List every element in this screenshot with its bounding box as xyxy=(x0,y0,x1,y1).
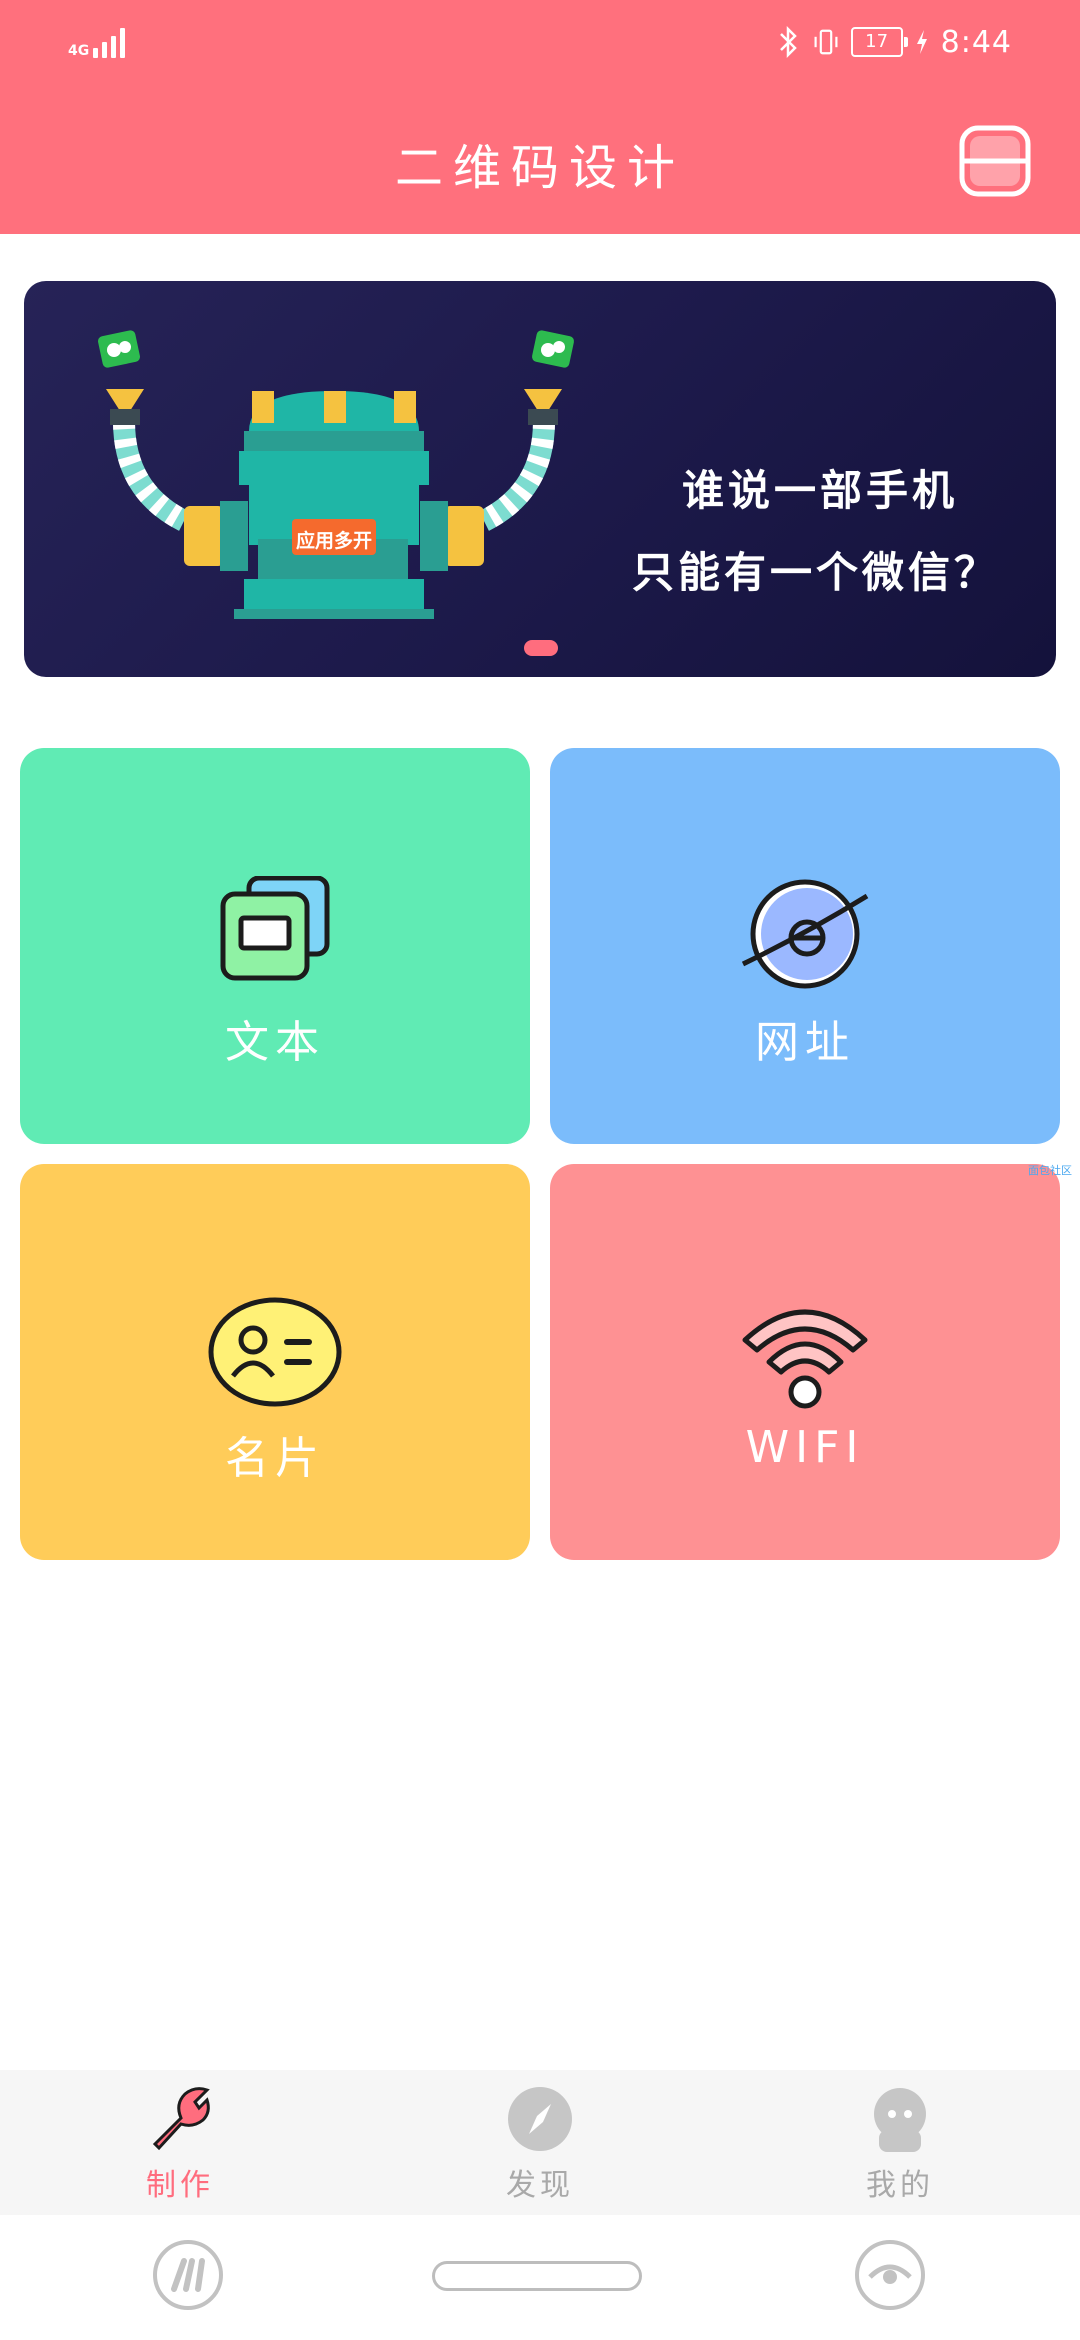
signal-icon xyxy=(93,28,126,58)
system-navigation-bar xyxy=(0,2215,1080,2340)
banner-page-indicator xyxy=(524,640,558,656)
robot-illustration xyxy=(98,330,574,619)
app-header: 4G 17 8:44 二维码设计 xyxy=(0,0,1080,234)
watermark: 面包社区 xyxy=(1028,1164,1072,1177)
card-tile-label: 名片 xyxy=(225,1433,325,1484)
tab-mine-label: 我的 xyxy=(866,2168,934,2203)
wifi-tile-label: WIFI xyxy=(745,1422,865,1473)
network-label: 4G xyxy=(68,43,90,59)
user-icon xyxy=(874,2088,926,2152)
page-title: 二维码设计 xyxy=(394,140,685,196)
banner-headline-1: 谁说一部手机 xyxy=(681,466,958,515)
card-tile[interactable]: 名片 xyxy=(20,1164,530,1560)
scan-icon[interactable] xyxy=(958,124,1032,198)
tab-discover[interactable]: 发现 xyxy=(460,2084,620,2204)
clock: 8:44 xyxy=(940,24,1012,60)
charging-icon xyxy=(916,30,927,54)
robot-label: 应用多开 xyxy=(295,530,372,552)
wifi-icon xyxy=(742,1309,868,1409)
eye-icon[interactable] xyxy=(854,2239,926,2311)
banner-headline-2: 只能有一个微信？ xyxy=(631,548,1000,597)
battery-icon: 17 xyxy=(850,27,908,57)
text-tile-label: 文本 xyxy=(225,1017,325,1068)
contact-card-icon xyxy=(208,1297,342,1407)
tab-mine[interactable]: 我的 xyxy=(820,2084,980,2204)
text-tile[interactable]: 文本 xyxy=(20,748,530,1144)
home-pill[interactable] xyxy=(432,2261,642,2291)
status-left: 4G xyxy=(68,28,126,59)
text-icon xyxy=(220,876,330,981)
promo-banner[interactable]: 应用多开 谁说一部手机 只能有一个微信？ xyxy=(24,281,1056,677)
app-switch-icon[interactable] xyxy=(152,2239,224,2311)
bluetooth-icon xyxy=(779,25,797,59)
url-tile-label: 网址 xyxy=(755,1017,855,1068)
globe-icon xyxy=(741,879,869,989)
url-tile[interactable]: 网址 xyxy=(550,748,1060,1144)
wifi-tile[interactable]: WIFI xyxy=(550,1164,1060,1560)
tab-make[interactable]: 制作 xyxy=(100,2084,260,2204)
tab-make-label: 制作 xyxy=(146,2168,214,2203)
compass-icon xyxy=(508,2087,572,2151)
wechat-icon xyxy=(532,330,574,368)
bottom-tab-bar: 制作 发现 我的 xyxy=(0,2070,1080,2215)
wrench-icon xyxy=(152,2087,210,2151)
vibrate-icon xyxy=(814,29,838,55)
status-right: 17 8:44 xyxy=(775,24,1012,60)
wechat-icon xyxy=(98,330,140,368)
tab-discover-label: 发现 xyxy=(506,2168,574,2203)
